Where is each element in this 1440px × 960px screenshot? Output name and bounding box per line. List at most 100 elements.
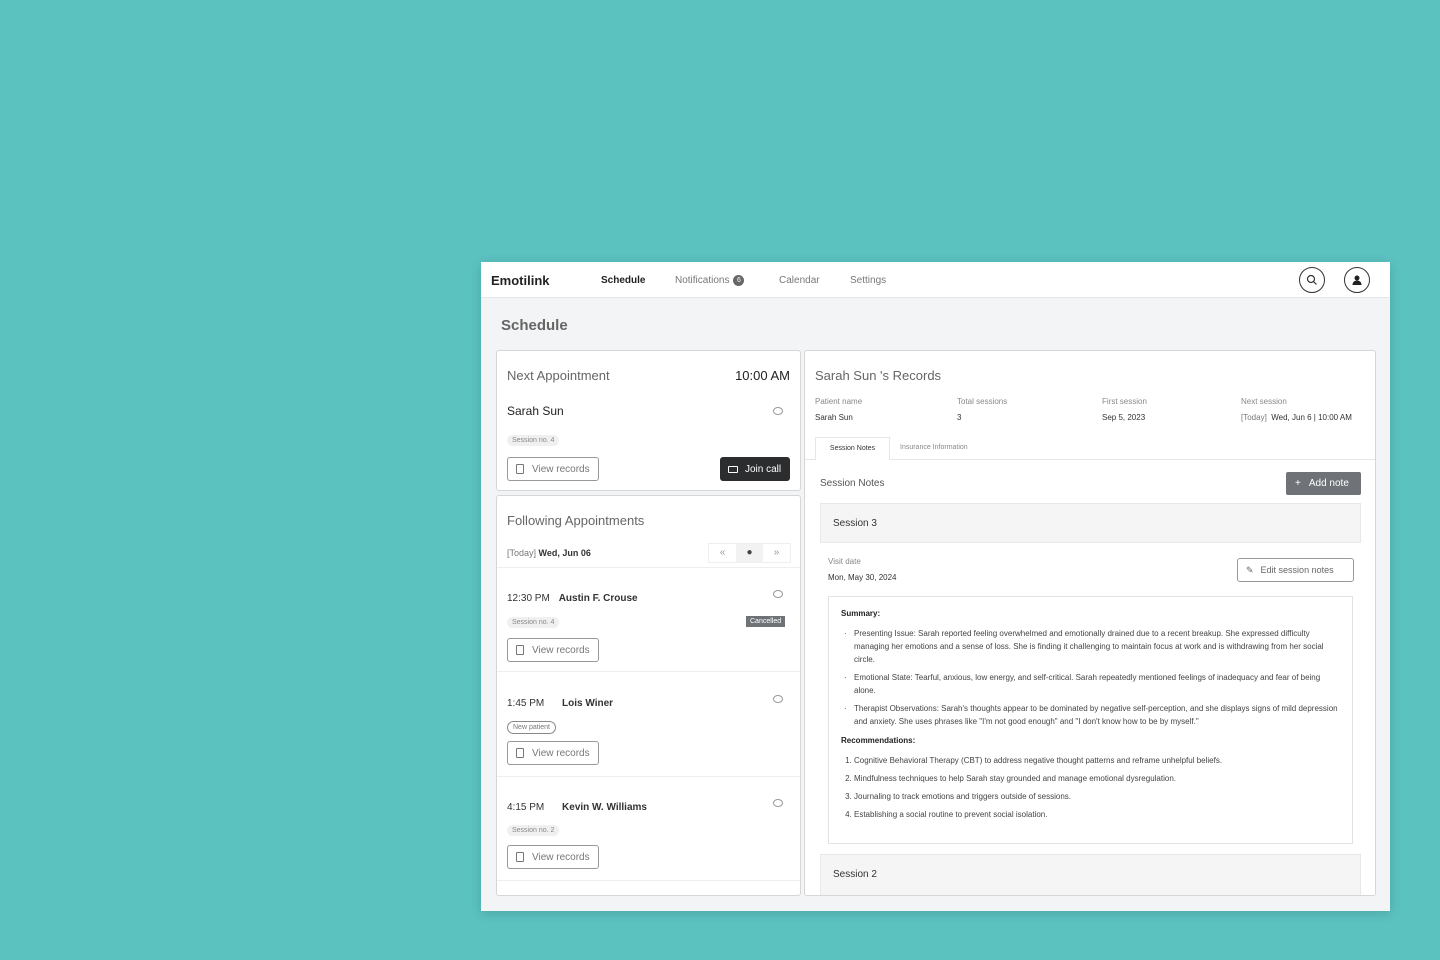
today-label: [Today]	[507, 548, 537, 558]
next-appointment-card: Next Appointment 10:00 AM Sarah Sun Sess…	[496, 350, 801, 491]
next-session-date: Wed, Jun 6 | 10:00 AM	[1271, 413, 1352, 422]
edit-session-notes-button[interactable]: ✎ Edit session notes	[1237, 558, 1354, 582]
recommendation-item: Cognitive Behavioral Therapy (CBT) to ad…	[854, 754, 1340, 767]
notification-badge: 6	[733, 275, 745, 286]
appointment-name: Austin F. Crouse	[558, 593, 638, 604]
message-icon[interactable]	[773, 590, 783, 598]
patient-name: Sarah Sun	[507, 404, 564, 418]
summary-title: Summary:	[841, 609, 881, 618]
join-call-label: Join call	[745, 463, 782, 475]
recommendation-item: Establishing a social routine to prevent…	[854, 808, 1340, 821]
total-sessions-value: 3	[957, 413, 962, 422]
page-title: Schedule	[501, 317, 568, 334]
app-window: Emotilink Schedule Notifications 6 Calend…	[481, 262, 1390, 911]
join-call-button[interactable]: Join call	[720, 457, 790, 481]
edit-session-notes-label: Edit session notes	[1260, 565, 1334, 575]
appointment-name: Kevin W. Williams	[562, 802, 647, 813]
message-icon[interactable]	[773, 695, 783, 703]
new-patient-chip: New patient	[507, 721, 556, 734]
recommendations-title: Recommendations:	[841, 736, 916, 745]
following-title: Following Appointments	[507, 513, 645, 528]
view-records-button[interactable]: View records	[507, 845, 599, 869]
next-appointment-title: Next Appointment	[507, 368, 610, 383]
summary-list: · Presenting Issue: Sarah reported feelin…	[841, 627, 1340, 728]
visit-date-label: Visit date	[828, 557, 861, 566]
view-records-label: View records	[532, 851, 590, 863]
appointment-row: 1:45 PM Lois Winer New patient View reco…	[497, 673, 800, 777]
search-icon	[1306, 274, 1317, 285]
current-date: Wed, Jun 06	[538, 548, 591, 558]
appointment-row: 4:15 PM Kevin W. Williams Session no. 2 …	[497, 777, 800, 881]
view-records-button[interactable]: View records	[507, 457, 599, 481]
user-icon	[1352, 275, 1362, 285]
clipboard-icon	[516, 464, 524, 474]
next-appointment-time: 10:00 AM	[735, 368, 790, 383]
first-session-label: First session	[1102, 397, 1147, 406]
video-icon	[728, 465, 738, 473]
summary-text: Therapist Observations: Sarah's thoughts…	[854, 704, 1338, 726]
recommendation-item: Mindfulness techniques to help Sarah sta…	[854, 772, 1340, 785]
first-session-value: Sep 5, 2023	[1102, 413, 1146, 422]
summary-item: · Presenting Issue: Sarah reported feelin…	[844, 629, 1324, 664]
nav-calendar[interactable]: Calendar	[779, 275, 820, 286]
nav-schedule[interactable]: Schedule	[601, 275, 645, 286]
top-nav: Emotilink Schedule Notifications 6 Calend…	[481, 262, 1390, 298]
search-button[interactable]	[1299, 267, 1325, 293]
clipboard-icon	[516, 748, 524, 758]
recommendations-list: Cognitive Behavioral Therapy (CBT) to ad…	[841, 754, 1340, 821]
view-records-label: View records	[532, 644, 590, 656]
summary-item: · Therapist Observations: Sarah's thought…	[844, 704, 1338, 726]
summary-text: Presenting Issue: Sarah reported feeling…	[854, 629, 1324, 664]
appointment-time: 12:30 PM	[507, 593, 550, 604]
session-notes-area: Session Notes + Add note Session 3 Visit …	[805, 460, 1375, 895]
message-icon[interactable]	[773, 407, 783, 415]
nav-notifications-label: Notifications	[675, 275, 730, 286]
next-icon[interactable]: »	[763, 544, 790, 562]
today-dot-button[interactable]: ●	[736, 544, 763, 562]
view-records-button[interactable]: View records	[507, 638, 599, 662]
clipboard-icon	[516, 645, 524, 655]
profile-button[interactable]	[1344, 267, 1370, 293]
appointment-info: 1:45 PM Lois Winer	[507, 693, 613, 711]
total-sessions-label: Total sessions	[957, 397, 1008, 406]
add-note-label: Add note	[1308, 478, 1349, 489]
section-title: Session Notes	[820, 478, 885, 489]
view-records-label: View records	[532, 747, 590, 759]
clipboard-icon	[516, 852, 524, 862]
session-summary-box: Summary: · Presenting Issue: Sarah report…	[828, 596, 1353, 844]
records-panel: Sarah Sun 's Records Patient name Sarah …	[804, 350, 1376, 896]
appointment-row: 12:30 PM Austin F. Crouse Session no. 4 …	[497, 568, 800, 672]
records-title: Sarah Sun 's Records	[815, 368, 942, 383]
recommendation-item: Journaling to track emotions and trigger…	[854, 790, 1340, 803]
visit-date-value: Mon, May 30, 2024	[828, 573, 897, 582]
date-pager: « ● »	[708, 543, 791, 563]
following-appointments-card: Following Appointments [Today] Wed, Jun …	[496, 495, 801, 896]
prev-icon[interactable]: «	[709, 544, 736, 562]
today-prefix: [Today]	[1241, 413, 1267, 422]
brand-logo: Emotilink	[491, 273, 550, 288]
session-chip: Session no. 4	[507, 617, 560, 628]
tab-insurance-information[interactable]: Insurance Information	[900, 444, 968, 451]
view-records-button[interactable]: View records	[507, 741, 599, 765]
pencil-icon: ✎	[1246, 564, 1254, 575]
plus-icon: +	[1295, 478, 1301, 489]
tab-session-notes[interactable]: Session Notes	[815, 437, 890, 460]
nav-notifications[interactable]: Notifications 6	[675, 275, 745, 286]
add-note-button[interactable]: + Add note	[1286, 472, 1361, 495]
message-icon[interactable]	[773, 799, 783, 807]
session-chip: Session no. 2	[507, 825, 560, 836]
patient-name-label: Patient name	[815, 397, 863, 406]
summary-item: · Emotional State: Tearful, anxious, low …	[844, 673, 1321, 695]
appointment-info: 12:30 PM Austin F. Crouse	[507, 588, 638, 606]
date-label: [Today] Wed, Jun 06	[507, 548, 591, 558]
session-chip: Session no. 4	[507, 435, 560, 446]
summary-text: Emotional State: Tearful, anxious, low e…	[854, 673, 1321, 695]
patient-name-value: Sarah Sun	[815, 413, 853, 422]
appointment-time: 1:45 PM	[507, 698, 545, 709]
cancelled-badge: Cancelled	[746, 616, 786, 627]
session-3-header[interactable]: Session 3	[820, 503, 1361, 543]
view-records-label: View records	[532, 463, 590, 475]
nav-settings[interactable]: Settings	[850, 275, 886, 286]
session-2-header[interactable]: Session 2	[820, 854, 1361, 895]
next-session-value: [Today] Wed, Jun 6 | 10:00 AM	[1241, 413, 1352, 422]
